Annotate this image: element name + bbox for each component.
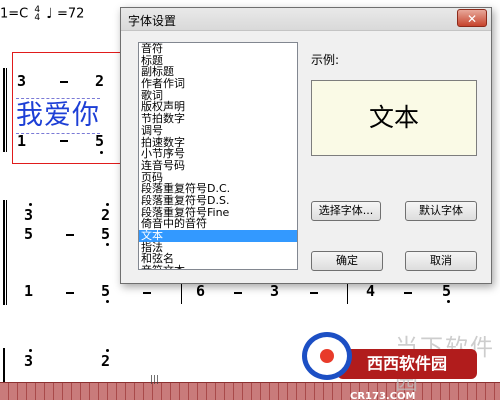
lyric-text-object[interactable]: 我爱你 (16, 98, 100, 134)
staff-bracket (3, 68, 5, 152)
list-item[interactable]: 音符 (139, 43, 297, 55)
note-number[interactable]: 3 (24, 352, 33, 370)
watermark-badge: 西西软件园 CR173.COM (337, 349, 477, 402)
rest-dash (310, 292, 318, 294)
note-number[interactable]: 1 (24, 282, 33, 300)
list-item[interactable]: 连音号码 (139, 160, 297, 172)
ruler-grip-icon[interactable]: ||| (150, 375, 159, 385)
key-signature: 1=C (0, 6, 29, 22)
score-header: 1=C 4 4 ♩ =72 (0, 5, 85, 23)
note-number[interactable]: 2 (101, 206, 110, 224)
rest-dash (66, 292, 74, 294)
list-item[interactable]: 段落重复符号D.S. (139, 195, 297, 207)
dialog-titlebar[interactable]: 字体设置 ✕ (121, 8, 491, 31)
note-number[interactable]: 5 (101, 282, 110, 300)
list-item[interactable]: 音符文本 (139, 265, 297, 269)
list-item[interactable]: 调号 (139, 125, 297, 137)
quarter-note-icon: ♩ (46, 6, 53, 22)
barline (347, 282, 348, 304)
note-number[interactable]: 3 (24, 206, 33, 224)
list-item[interactable]: 作者作词 (139, 78, 297, 90)
note-number[interactable]: 5 (24, 225, 33, 243)
rest-dash (66, 234, 74, 236)
note-number[interactable]: 4 (366, 282, 375, 300)
note-number[interactable]: 5 (101, 225, 110, 243)
note-number[interactable]: 5 (442, 282, 451, 300)
ok-button[interactable]: 确定 (311, 251, 383, 271)
cancel-button[interactable]: 取消 (405, 251, 477, 271)
watermark-logo-dot (320, 349, 334, 363)
watermark-badge-text: 西西软件园 (367, 354, 448, 373)
close-icon: ✕ (466, 12, 478, 26)
barline (181, 282, 182, 304)
rest-dash (143, 292, 151, 294)
octave-dot (447, 300, 450, 303)
font-settings-dialog: 字体设置 ✕ 音符 标题 副标题 作者作词 歌词 版权声明 节拍数字 调号 拍速数字 小节序号 连音… (120, 7, 492, 284)
note-number[interactable]: 2 (101, 352, 110, 370)
note-number[interactable]: 3 (270, 282, 279, 300)
default-font-button[interactable]: 默认字体 (405, 201, 477, 221)
list-item[interactable]: 文本 (139, 230, 297, 242)
staff-bracket (3, 200, 5, 305)
tempo-value: =72 (57, 6, 85, 22)
watermark-logo-icon (302, 332, 352, 380)
octave-dot (106, 300, 109, 303)
sample-label: 示例: (311, 53, 340, 67)
staff-bracket-inner (6, 68, 7, 152)
choose-font-button[interactable]: 选择字体... (311, 201, 381, 221)
close-button[interactable]: ✕ (457, 9, 487, 27)
rest-dash (404, 292, 412, 294)
font-sample-preview: 文本 (311, 80, 477, 156)
staff-bracket (3, 348, 5, 382)
watermark-site: CR173.COM (350, 391, 416, 402)
staff-bracket-inner (6, 200, 7, 305)
octave-dot (106, 243, 109, 246)
note-number[interactable]: 6 (196, 282, 205, 300)
rest-dash (234, 292, 242, 294)
dialog-title: 字体设置 (128, 14, 177, 28)
time-signature: 4 4 (34, 5, 41, 23)
font-element-list[interactable]: 音符 标题 副标题 作者作词 歌词 版权声明 节拍数字 调号 拍速数字 小节序号 连音号码 页码 段落重… (138, 42, 298, 270)
